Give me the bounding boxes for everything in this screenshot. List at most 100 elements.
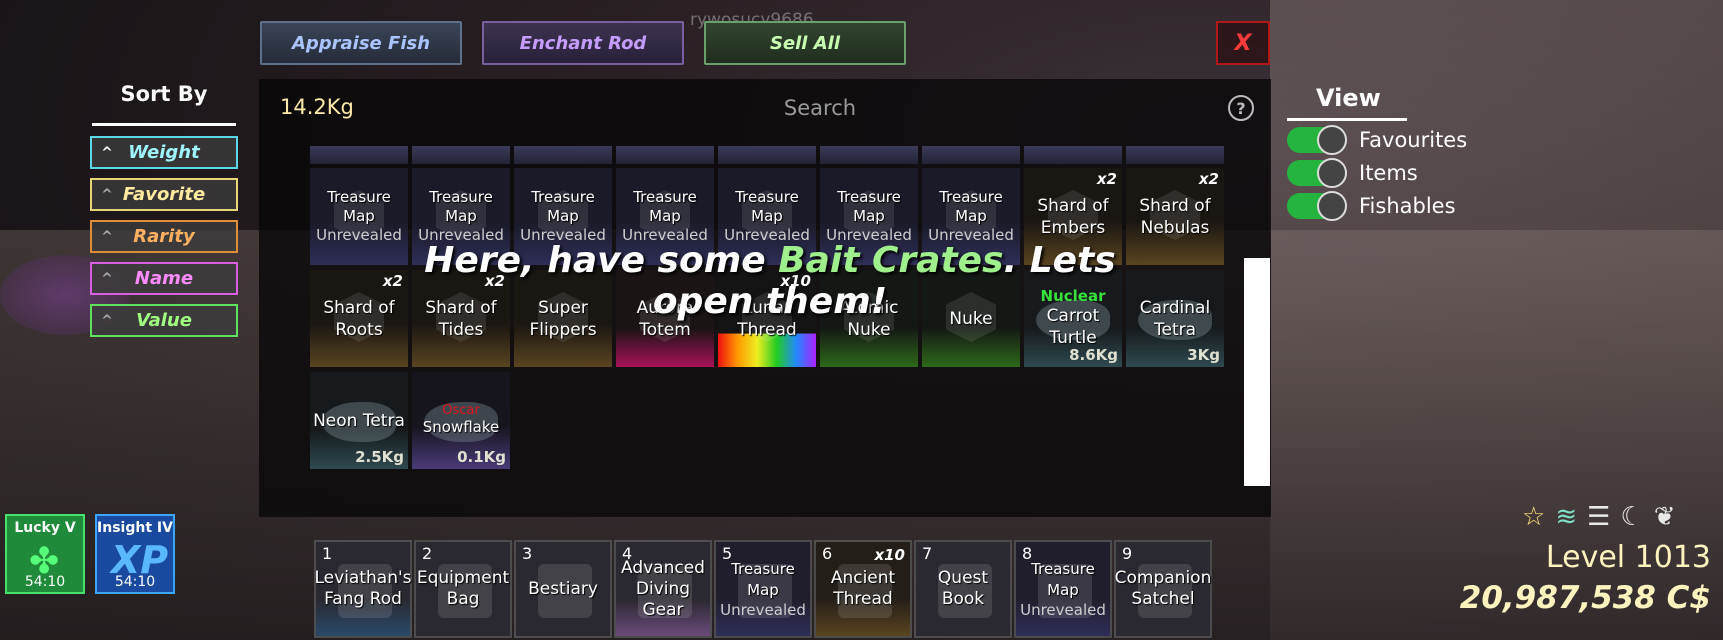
item-weight: 8.6Kg xyxy=(1069,346,1118,364)
item-name: Treasure Map xyxy=(837,188,901,225)
lucky-buff: Lucky V ✤ 54:10 xyxy=(5,514,85,594)
hotbar-slot-6[interactable]: 6 x10 Ancient Thread xyxy=(814,540,912,638)
moon-icon[interactable]: ☾ xyxy=(1620,502,1643,532)
slot-name: Companion Satchel xyxy=(1114,568,1212,609)
buff-timer: 54:10 xyxy=(24,574,66,590)
item-name: Treasure Map xyxy=(735,188,799,225)
buff-name: Lucky V xyxy=(14,520,76,536)
slot-subtitle: Unrevealed xyxy=(720,601,806,619)
chevron-up-icon: ^ xyxy=(101,144,113,161)
sort-rarity-button[interactable]: ^ Rarity xyxy=(90,220,238,253)
partial-row-tile[interactable] xyxy=(616,146,714,164)
search-input[interactable]: Search xyxy=(760,96,880,120)
item-name: Treasure Map xyxy=(429,188,493,225)
hotbar-slot-9[interactable]: 9 Companion Satchel xyxy=(1114,540,1212,638)
item-count: x2 xyxy=(1096,170,1117,188)
hotbar-slot-3[interactable]: 3 Bestiary xyxy=(514,540,612,638)
waves-icon[interactable]: ≋ xyxy=(1555,502,1577,532)
toggle-switch[interactable] xyxy=(1287,158,1347,188)
star-icon[interactable]: ☆ xyxy=(1522,502,1545,532)
slot-number: 2 xyxy=(422,544,433,563)
total-weight: 14.2Kg xyxy=(280,95,354,119)
hotbar-slot-8[interactable]: 8 Treasure Map Unrevealed xyxy=(1014,540,1112,638)
slot-number: 3 xyxy=(522,544,533,563)
partial-row-tile[interactable] xyxy=(922,146,1020,164)
slot-number: 9 xyxy=(1122,544,1133,563)
sort-favorite-button[interactable]: ^ Favorite xyxy=(90,178,238,211)
chevron-up-icon: ^ xyxy=(101,270,113,287)
buff-timer: 54:10 xyxy=(114,574,156,590)
sort-label: Rarity xyxy=(133,226,195,247)
toggle-knob xyxy=(1317,158,1347,188)
sort-weight-button[interactable]: ^ Weight xyxy=(90,136,238,169)
slot-name: Ancient Thread xyxy=(830,568,896,609)
item-name: Treasure Map xyxy=(939,188,1003,225)
slot-name: Equipment Bag xyxy=(416,568,510,609)
item-name: Snowflake xyxy=(422,418,500,436)
currency-balance: 20,987,538 C$ xyxy=(1459,580,1711,616)
banner-highlight: Bait Crates xyxy=(778,240,1004,281)
inventory-tile[interactable]: Oscar Snowflake 0.1Kg xyxy=(412,372,510,469)
toggle-fishables[interactable]: Fishables xyxy=(1287,191,1456,221)
banner-prefix: Here, have some xyxy=(424,240,779,281)
slot-name: Treasure Map xyxy=(731,560,795,599)
inventory-scrollbar[interactable] xyxy=(1244,258,1270,486)
toggle-switch[interactable] xyxy=(1287,125,1347,155)
chevron-up-icon: ^ xyxy=(101,312,113,329)
partial-row-tile[interactable] xyxy=(514,146,612,164)
close-button[interactable]: X xyxy=(1216,21,1270,65)
toggle-label: Fishables xyxy=(1359,194,1456,218)
hotbar-slot-5[interactable]: 5 Treasure Map Unrevealed xyxy=(714,540,812,638)
toggle-favourites[interactable]: Favourites xyxy=(1287,125,1467,155)
slot-name: Bestiary xyxy=(528,578,598,599)
appraise-fish-button[interactable]: Appraise Fish xyxy=(260,21,462,65)
toggle-items[interactable]: Items xyxy=(1287,158,1418,188)
hotbar-slot-1[interactable]: 1 Leviathan's Fang Rod xyxy=(314,540,412,638)
chevron-up-icon: ^ xyxy=(101,228,113,245)
sort-value-button[interactable]: ^ Value xyxy=(90,304,238,337)
slot-number: 1 xyxy=(322,544,333,563)
buff-name: Insight IV xyxy=(97,520,173,536)
partial-row-tile[interactable] xyxy=(310,146,408,164)
sell-all-button[interactable]: Sell All xyxy=(704,21,906,65)
sort-by-title: Sort By xyxy=(120,82,208,106)
view-title: View xyxy=(1316,84,1381,112)
sort-label: Weight xyxy=(128,142,200,163)
toggle-knob xyxy=(1317,191,1347,221)
toggle-switch[interactable] xyxy=(1287,191,1347,221)
inventory-tile[interactable]: Neon Tetra 2.5Kg xyxy=(310,372,408,469)
chevron-up-icon: ^ xyxy=(101,186,113,203)
sort-name-button[interactable]: ^ Name xyxy=(90,262,238,295)
item-name: Treasure Map xyxy=(633,188,697,225)
slot-count: x10 xyxy=(874,546,905,564)
sort-divider xyxy=(92,123,236,126)
toggle-knob xyxy=(1317,125,1347,155)
toggle-label: Items xyxy=(1359,161,1418,185)
item-count: x2 xyxy=(1198,170,1219,188)
slot-name: Quest Book xyxy=(937,568,989,609)
sort-label: Value xyxy=(136,310,192,331)
hotbar-slot-4[interactable]: 4 Advanced Diving Gear xyxy=(614,540,712,638)
item-name: Shard of Embers xyxy=(1037,195,1109,238)
partial-row-tile[interactable] xyxy=(1126,146,1224,164)
item-weight: 3Kg xyxy=(1187,346,1220,364)
item-name: Shard of Nebulas xyxy=(1139,195,1211,238)
enchant-rod-button[interactable]: Enchant Rod xyxy=(482,21,684,65)
slot-number: 7 xyxy=(922,544,933,563)
item-weight: 2.5Kg xyxy=(355,448,404,466)
partial-row-tile[interactable] xyxy=(718,146,816,164)
leaf-icon[interactable]: ❦ xyxy=(1654,502,1676,532)
hotbar-slot-7[interactable]: 7 Quest Book xyxy=(914,540,1012,638)
view-divider xyxy=(1287,118,1407,121)
hotbar-slot-2[interactable]: 2 Equipment Bag xyxy=(414,540,512,638)
item-name: Neon Tetra xyxy=(313,410,405,431)
player-level: Level 1013 xyxy=(1545,540,1711,575)
sort-label: Name xyxy=(134,268,194,289)
partial-row-tile[interactable] xyxy=(412,146,510,164)
item-name: Treasure Map xyxy=(531,188,595,225)
partial-row-tile[interactable] xyxy=(1024,146,1122,164)
wind-icon[interactable]: ☰ xyxy=(1587,502,1610,532)
sort-label: Favorite xyxy=(122,184,206,205)
help-icon[interactable]: ? xyxy=(1228,95,1254,121)
partial-row-tile[interactable] xyxy=(820,146,918,164)
